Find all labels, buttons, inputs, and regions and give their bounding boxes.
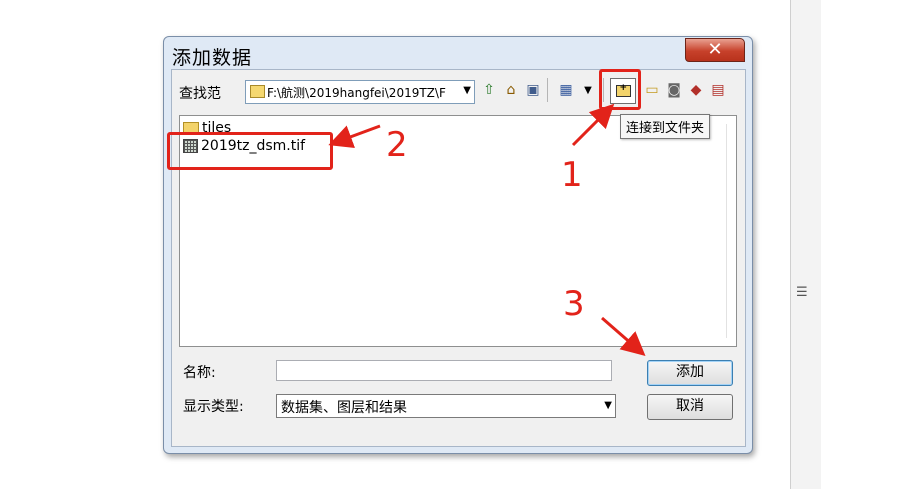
folder-icon	[250, 85, 265, 98]
panel-grip-icon[interactable]: ☰	[796, 286, 808, 299]
add-button[interactable]: 添加	[647, 360, 733, 386]
table-icon[interactable]: ▤	[708, 80, 728, 100]
chevron-down-icon: ▼	[463, 85, 471, 96]
close-button[interactable]: ✕	[685, 38, 745, 62]
name-label: 名称:	[183, 365, 216, 381]
dialog-titlebar: 添加数据 ✕	[164, 37, 752, 69]
list-divider	[726, 124, 727, 338]
dropdown-icon[interactable]: ▼	[578, 80, 598, 100]
toolbar-separator	[547, 78, 548, 102]
chevron-down-icon: ▼	[604, 400, 612, 411]
show-type-value: 数据集、图层和结果	[281, 400, 407, 416]
catalog-icon[interactable]: ▣	[523, 80, 543, 100]
highlight-connect-folder	[599, 69, 641, 110]
step-number-3: 3	[563, 284, 585, 324]
step-number-1: 1	[561, 155, 583, 195]
cancel-button[interactable]: 取消	[647, 394, 733, 420]
look-in-label: 查找范	[179, 86, 221, 102]
highlight-dsm-file	[167, 132, 333, 170]
new-folder-icon[interactable]: ▭	[642, 80, 662, 100]
database-icon[interactable]: ◙	[664, 80, 684, 100]
look-in-combo[interactable]: F:\航测\2019hangfei\2019TZ\F ▼	[245, 80, 475, 104]
tooltip-connect-folder: 连接到文件夹	[620, 114, 711, 139]
home-icon[interactable]: ⌂	[501, 80, 521, 100]
view-list-icon[interactable]: ▦	[556, 80, 576, 100]
name-input[interactable]	[276, 360, 612, 381]
step-number-2: 2	[386, 125, 408, 165]
toolbox-icon[interactable]: ◆	[686, 80, 706, 100]
side-panel	[790, 0, 822, 489]
dialog-title: 添加数据	[172, 47, 253, 69]
side-right-area	[821, 0, 900, 489]
look-in-path: F:\航测\2019hangfei\2019TZ\F	[267, 86, 446, 100]
show-type-label: 显示类型:	[183, 399, 244, 415]
up-folder-icon[interactable]: ⇧	[479, 80, 499, 100]
show-type-combo[interactable]: 数据集、图层和结果 ▼	[276, 394, 616, 418]
add-data-dialog: 添加数据 ✕ 查找范 F:\航测\2019hangfei\2019TZ\F ▼ …	[163, 36, 753, 454]
